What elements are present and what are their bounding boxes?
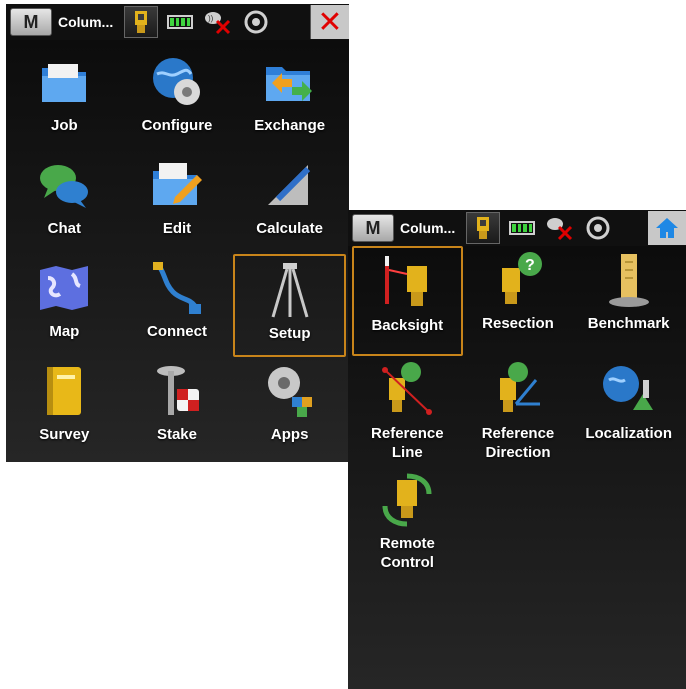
battery-icon[interactable] — [164, 7, 196, 37]
app-label: Job — [50, 117, 78, 134]
app-connect[interactable]: Connect — [121, 254, 234, 357]
no-connection-icon[interactable] — [544, 213, 576, 243]
close-button[interactable]: ✕ — [310, 4, 349, 40]
gear-apps-icon — [260, 361, 320, 421]
app-map[interactable]: Map — [8, 254, 121, 357]
reference-line-icon — [377, 360, 437, 420]
app-label: Resection — [482, 315, 554, 332]
remote-control-icon — [377, 470, 437, 530]
app-label: Stake — [156, 426, 197, 443]
app-label: Calculate — [256, 220, 323, 237]
job-title: Colum... — [400, 220, 456, 236]
app-reference-direction[interactable]: Reference Direction — [463, 356, 574, 466]
app-edit[interactable]: Edit — [121, 151, 234, 254]
tracking-icon[interactable] — [240, 7, 272, 37]
folder-pencil-icon — [147, 155, 207, 215]
folder-exchange-icon — [260, 52, 320, 112]
status-bar: M Colum... )) ✕ — [6, 4, 349, 40]
app-backsight[interactable]: Backsight — [352, 246, 463, 356]
app-label: Connect — [146, 323, 207, 340]
app-setup[interactable]: Setup — [233, 254, 346, 357]
app-grid: Job Configure Exchange Chat Edit Calcula… — [8, 48, 346, 460]
svg-text:?: ? — [525, 257, 535, 274]
battery-icon[interactable] — [506, 213, 538, 243]
world-map-icon — [34, 258, 94, 318]
svg-text:)): )) — [208, 14, 214, 23]
notebook-icon — [34, 361, 94, 421]
app-calculate[interactable]: Calculate — [233, 151, 346, 254]
app-job[interactable]: Job — [8, 48, 121, 151]
tripod-icon — [260, 260, 320, 320]
app-benchmark[interactable]: Benchmark — [573, 246, 684, 356]
app-label: Reference Line — [371, 425, 444, 461]
localization-icon — [599, 360, 659, 420]
status-bar: M Colum... — [348, 210, 686, 246]
chat-bubbles-icon — [34, 155, 94, 215]
job-title: Colum... — [58, 14, 114, 30]
app-reference-line[interactable]: Reference Line — [352, 356, 463, 466]
benchmark-icon — [599, 250, 659, 310]
app-label: Reference Direction — [481, 425, 555, 461]
home-button[interactable] — [648, 211, 686, 245]
home-icon — [656, 218, 678, 238]
ruler-pencil-icon — [260, 155, 320, 215]
instrument-icon[interactable] — [124, 6, 158, 38]
app-label: Remote Control — [379, 535, 435, 571]
app-apps[interactable]: Apps — [233, 357, 346, 460]
no-connection-icon[interactable]: )) — [202, 7, 234, 37]
folder-icon — [34, 52, 94, 112]
main-menu-screen: M Colum... )) ✕ Job Configure Exchange C… — [6, 4, 349, 462]
instrument-icon[interactable] — [466, 212, 500, 244]
app-label: Edit — [162, 220, 192, 237]
mode-button[interactable]: M — [352, 214, 394, 242]
app-label: Localization — [585, 425, 672, 442]
app-remote-control[interactable]: Remote Control — [352, 466, 463, 576]
globe-gear-icon — [147, 52, 207, 112]
app-localization[interactable]: Localization — [573, 356, 684, 466]
app-label: Chat — [47, 220, 81, 237]
mode-button[interactable]: M — [10, 8, 52, 36]
tracking-icon[interactable] — [582, 213, 614, 243]
app-configure[interactable]: Configure — [121, 48, 234, 151]
app-label: Map — [49, 323, 80, 340]
backsight-icon — [377, 252, 437, 312]
app-resection[interactable]: ? Resection — [463, 246, 574, 356]
resection-icon: ? — [488, 250, 548, 310]
app-exchange[interactable]: Exchange — [233, 48, 346, 151]
app-stake[interactable]: Stake — [121, 357, 234, 460]
setup-app-grid: Backsight ? Resection Benchmark Referenc… — [352, 246, 684, 576]
stake-icon — [147, 361, 207, 421]
setup-menu-screen: M Colum... Backsight ? Resection Benchma… — [348, 210, 686, 689]
reference-direction-icon — [488, 360, 548, 420]
app-label: Setup — [268, 325, 311, 342]
app-chat[interactable]: Chat — [8, 151, 121, 254]
close-icon: ✕ — [317, 4, 343, 40]
app-label: Configure — [141, 117, 213, 134]
app-label: Survey — [39, 426, 90, 443]
app-label: Exchange — [254, 117, 326, 134]
app-label: Backsight — [371, 317, 444, 334]
app-label: Benchmark — [587, 315, 670, 332]
app-label: Apps — [270, 426, 309, 443]
cable-icon — [147, 258, 207, 318]
app-survey[interactable]: Survey — [8, 357, 121, 460]
